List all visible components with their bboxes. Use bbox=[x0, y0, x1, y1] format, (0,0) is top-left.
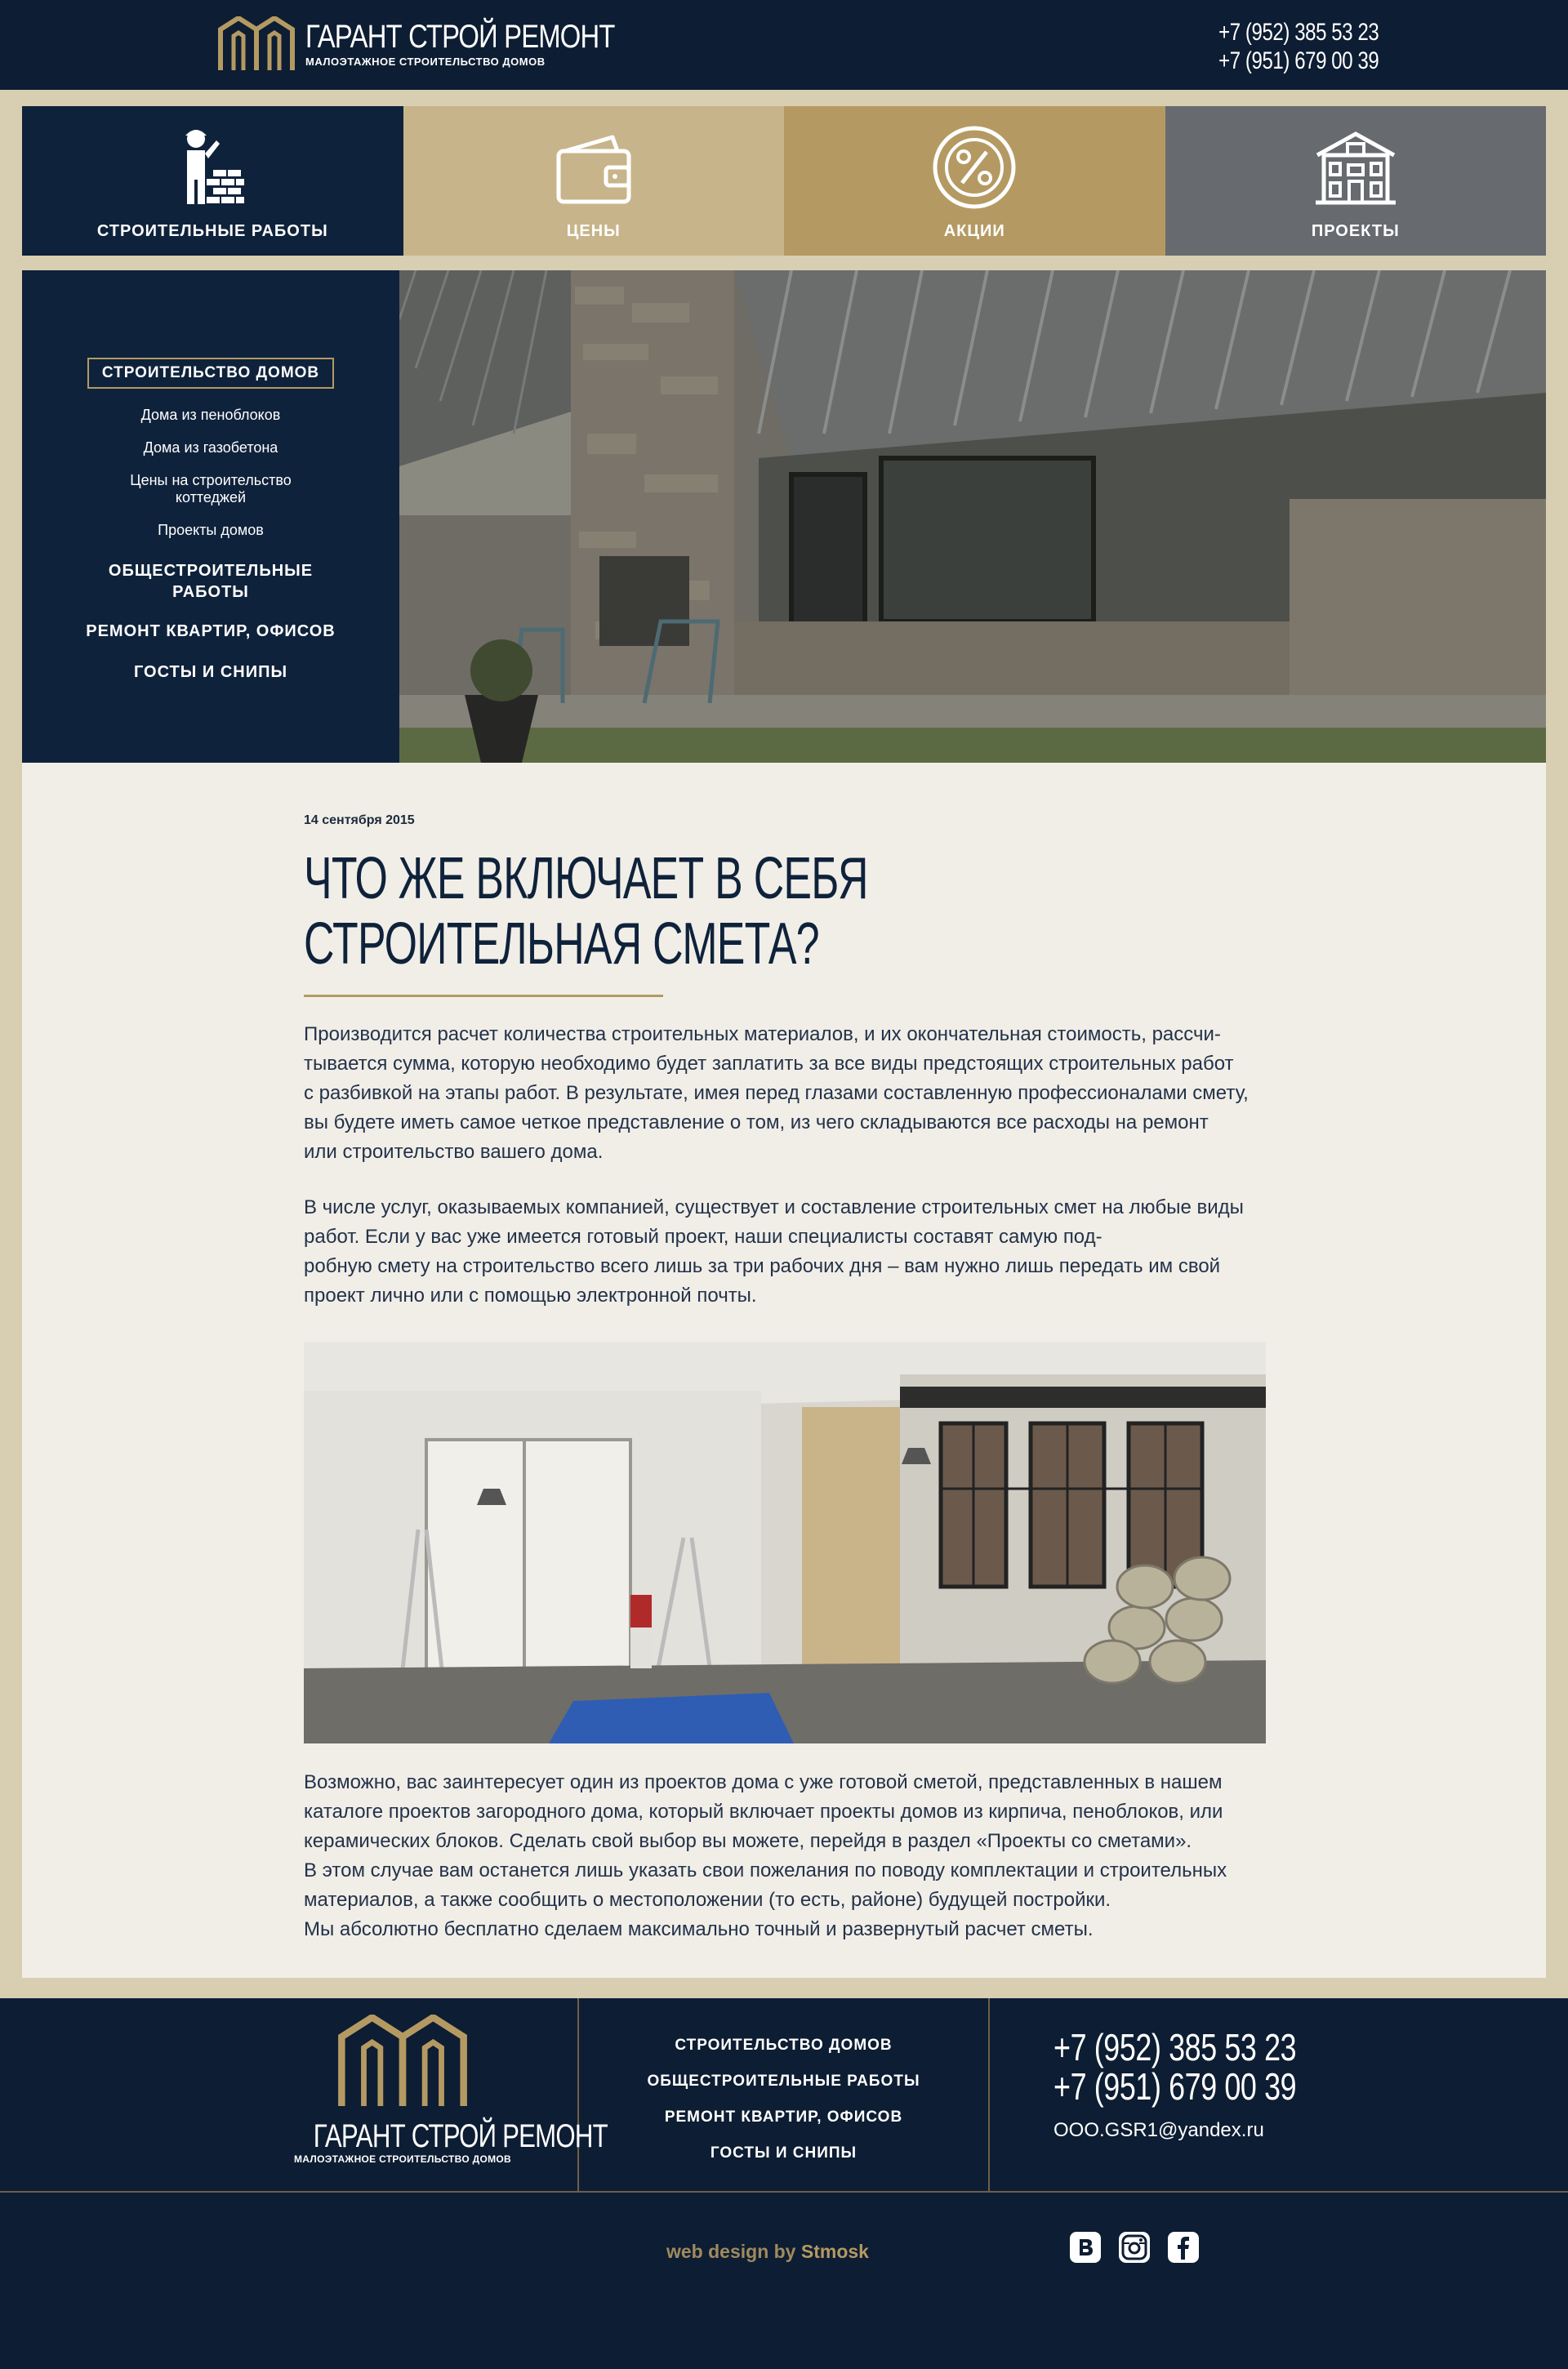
footer-contacts: +7 (952) 385 53 23 +7 (951) 679 00 39 OO… bbox=[1054, 2028, 1365, 2142]
facebook-icon[interactable] bbox=[1168, 2232, 1199, 2263]
header-phones: +7 (952) 385 53 23 +7 (951) 679 00 39 bbox=[1178, 18, 1379, 75]
percent-icon bbox=[933, 126, 1016, 209]
article-paragraph: Производится расчет количества строитель… bbox=[304, 1023, 1249, 1163]
footer-nav-item[interactable]: СТРОИТЕЛЬСТВО ДОМОВ bbox=[675, 2028, 892, 2064]
house-icon bbox=[1315, 131, 1396, 205]
footer-logo[interactable]: ГАРАНТ СТРОЙ РЕМОНТ МАЛОЭТАЖНОЕ СТРОИТЕЛ… bbox=[288, 2015, 608, 2165]
logo-house-icon bbox=[338, 2015, 467, 2106]
credit-prefix: web design by bbox=[666, 2241, 796, 2262]
logo-subtitle: МАЛОЭТАЖНОЕ СТРОИТЕЛЬСТВО ДОМОВ bbox=[305, 55, 546, 68]
article-date: 14 сентября 2015 bbox=[304, 813, 415, 827]
nav-subitem[interactable]: Проекты домов bbox=[158, 522, 264, 539]
logo-name: ГАРАНТ СТРОЙ РЕМОНТ bbox=[305, 18, 615, 55]
design-credit[interactable]: web design by Stmosk bbox=[666, 2241, 869, 2263]
footer-nav-item[interactable]: РЕМОНТ КВАРТИР, ОФИСОВ bbox=[665, 2100, 902, 2135]
builder-icon bbox=[185, 130, 245, 204]
tile-label: ЦЕНЫ bbox=[566, 222, 621, 240]
logo-house-icon bbox=[218, 16, 295, 70]
article-title-line: СТРОИТЕЛЬНАЯ СМЕТА? bbox=[304, 911, 820, 977]
article-body: 14 сентября 2015 ЧТО ЖЕ ВКЛЮЧАЕТ В СЕБЯ … bbox=[304, 813, 1267, 1944]
footer-nav-item[interactable]: ОБЩЕСТРОИТЕЛЬНЫЕ РАБОТЫ bbox=[647, 2064, 920, 2100]
tile-label: АКЦИИ bbox=[943, 222, 1005, 240]
nav-subitem[interactable]: Дома из газобетона bbox=[144, 439, 278, 456]
hero-section: СТРОИТЕЛЬСТВО ДОМОВ Дома из пеноблоков Д… bbox=[22, 270, 1546, 763]
nav-item-general-works[interactable]: ОБЩЕСТРОИТЕЛЬНЫЕ РАБОТЫ bbox=[100, 560, 321, 603]
tile-construction[interactable]: СТРОИТЕЛЬНЫЕ РАБОТЫ bbox=[22, 106, 403, 256]
footer-nav-item[interactable]: ГОСТЫ И СНИПЫ bbox=[710, 2135, 857, 2171]
footer-email[interactable]: OOO.GSR1@yandex.ru bbox=[1054, 2119, 1365, 2142]
article-title-line: ЧТО ЖЕ ВКЛЮЧАЕТ В СЕБЯ bbox=[304, 846, 868, 911]
tile-label: ПРОЕКТЫ bbox=[1311, 222, 1400, 240]
footer-logo-subtitle: МАЛОЭТАЖНОЕ СТРОИТЕЛЬСТВО ДОМОВ bbox=[293, 2153, 512, 2165]
site-header: ГАРАНТ СТРОЙ РЕМОНТ МАЛОЭТАЖНОЕ СТРОИТЕЛ… bbox=[0, 0, 1568, 90]
logo[interactable]: ГАРАНТ СТРОЙ РЕМОНТ МАЛОЭТАЖНОЕ СТРОИТЕЛ… bbox=[217, 16, 683, 70]
article-paragraph: В числе услуг, оказываемых компанией, су… bbox=[304, 1196, 1244, 1307]
vk-icon[interactable] bbox=[1070, 2232, 1101, 2263]
nav-subitem[interactable]: Дома из пеноблоков bbox=[141, 407, 281, 424]
tile-promotions[interactable]: АКЦИИ bbox=[784, 106, 1165, 256]
wallet-icon bbox=[556, 135, 631, 204]
title-underline bbox=[304, 995, 663, 997]
phone-number[interactable]: +7 (952) 385 53 23 bbox=[1218, 18, 1379, 47]
credit-name: Stmosk bbox=[800, 2241, 869, 2262]
footer-divider bbox=[988, 1998, 990, 2193]
nav-item-house-construction[interactable]: СТРОИТЕЛЬСТВО ДОМОВ bbox=[87, 358, 335, 389]
article-renovation-photo bbox=[304, 1342, 1266, 1743]
footer-phone[interactable]: +7 (951) 679 00 39 bbox=[1054, 2067, 1297, 2106]
nav-item-renovation[interactable]: РЕМОНТ КВАРТИР, ОФИСОВ bbox=[86, 621, 336, 642]
tile-prices[interactable]: ЦЕНЫ bbox=[403, 106, 784, 256]
footer-phone[interactable]: +7 (952) 385 53 23 bbox=[1054, 2028, 1297, 2067]
article-paragraph: Возможно, вас заинтересует один из проек… bbox=[304, 1771, 1227, 1940]
instagram-icon[interactable] bbox=[1119, 2232, 1150, 2263]
site-footer: ГАРАНТ СТРОЙ РЕМОНТ МАЛОЭТАЖНОЕ СТРОИТЕЛ… bbox=[0, 1998, 1568, 2369]
nav-item-standards[interactable]: ГОСТЫ И СНИПЫ bbox=[134, 661, 287, 683]
footer-logo-name: ГАРАНТ СТРОЙ РЕМОНТ bbox=[313, 2118, 608, 2154]
nav-subitem[interactable]: Цены на строительство коттеджей bbox=[109, 472, 313, 506]
social-links bbox=[1070, 2232, 1199, 2263]
article-title: ЧТО ЖЕ ВКЛЮЧАЕТ В СЕБЯ СТРОИТЕЛЬНАЯ СМЕТ… bbox=[304, 846, 998, 977]
article-section: 14 сентября 2015 ЧТО ЖЕ ВКЛЮЧАЕТ В СЕБЯ … bbox=[22, 763, 1546, 1978]
tile-label: СТРОИТЕЛЬНЫЕ РАБОТЫ bbox=[96, 222, 328, 240]
hero-house-photo bbox=[399, 270, 1546, 763]
footer-nav: СТРОИТЕЛЬСТВО ДОМОВ ОБЩЕСТРОИТЕЛЬНЫЕ РАБ… bbox=[579, 2028, 988, 2171]
phone-number[interactable]: +7 (951) 679 00 39 bbox=[1218, 47, 1379, 75]
category-tiles: СТРОИТЕЛЬНЫЕ РАБОТЫ ЦЕНЫ АКЦИИ ПРОЕКТЫ bbox=[22, 106, 1546, 256]
tile-projects[interactable]: ПРОЕКТЫ bbox=[1165, 106, 1546, 256]
side-nav: СТРОИТЕЛЬСТВО ДОМОВ Дома из пеноблоков Д… bbox=[22, 270, 399, 763]
